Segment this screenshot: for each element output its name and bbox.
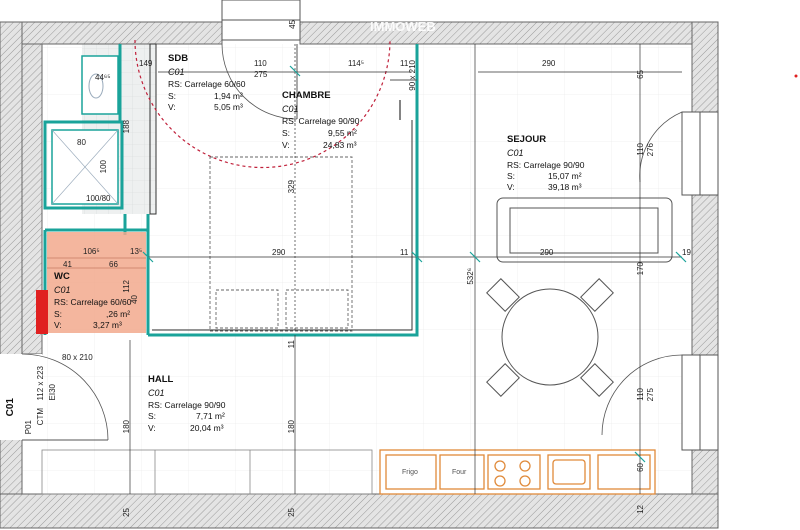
sdb-code: C01	[168, 67, 185, 77]
dim-25b: 25	[287, 508, 296, 517]
dim-135: 13⁵	[130, 247, 143, 256]
door-size: 112 x 223	[36, 366, 45, 401]
wc-v-value: 3,27 m³	[93, 320, 122, 330]
dim-276: 276	[646, 143, 655, 157]
door-ctm: CTM	[36, 408, 45, 426]
floor-plan: SDB C01 RS: Carrelage 60/60 S: 1,94 m² V…	[0, 0, 800, 530]
sejour-s-label: S:	[507, 171, 516, 181]
dim-188: 188	[122, 120, 131, 134]
sejour-v-value: 39,18 m³	[548, 182, 582, 192]
hall-rs: RS: Carrelage 90/90	[148, 400, 226, 410]
door-code: C01	[5, 398, 16, 417]
dim-60: 60	[636, 463, 645, 472]
door-rating: EI30	[48, 384, 57, 401]
wc-v-label: V:	[54, 320, 62, 330]
chambre-s-value: 9,55 m²	[328, 128, 357, 138]
sejour-name: SEJOUR	[507, 134, 547, 145]
frigo-label: Frigo	[402, 469, 418, 476]
dim-11c: 11	[287, 340, 296, 349]
dim-80: 80	[77, 138, 86, 147]
dim-180b: 180	[287, 420, 296, 434]
dim-66: 66	[109, 260, 118, 269]
dim-532: 532⁶	[466, 268, 475, 285]
dim-114: 114⁵	[348, 59, 365, 68]
wc-s-label: S:	[54, 309, 63, 319]
watermark: IMMOWEB	[370, 19, 436, 34]
dim-90x210: 90 x 210	[408, 60, 417, 91]
wc-name: WC	[54, 271, 70, 282]
hall-code: C01	[148, 388, 165, 398]
chambre-code: C01	[282, 104, 299, 114]
kitchen-counter	[379, 449, 656, 495]
chambre-rs: RS: Carrelage 90/90	[282, 116, 360, 126]
dim-12: 12	[636, 505, 645, 514]
dim-112: 112	[122, 280, 131, 293]
red-dot	[794, 74, 798, 78]
dim-149: 149	[139, 59, 153, 68]
hall-s-value: 7,71 m²	[196, 411, 225, 421]
sejour-code: C01	[507, 148, 524, 158]
dim-290b: 290	[272, 248, 286, 257]
dim-19: 19	[682, 248, 691, 257]
dining-table	[486, 278, 614, 397]
dim-290c: 290	[540, 248, 554, 257]
dim-40: 40	[130, 295, 139, 304]
chambre-name: CHAMBRE	[282, 90, 331, 101]
dim-290a: 290	[542, 59, 556, 68]
dim-170: 170	[636, 262, 645, 276]
hall-name: HALL	[148, 374, 174, 385]
dim-110b: 110	[636, 388, 645, 401]
hall-v-value: 20,04 m³	[190, 423, 224, 433]
sdb-v-value: 5,05 m³	[214, 102, 243, 112]
dim-100: 100	[99, 160, 108, 174]
dim-329: 329	[287, 180, 296, 194]
dim-110-right: 110	[636, 143, 645, 156]
dim-11b: 11	[400, 248, 409, 257]
wc-s-value: ,26 m²	[106, 309, 131, 319]
sdb-rs: RS: Carrelage 60/60	[168, 79, 246, 89]
sdb-s-value: 1,94 m²	[214, 91, 243, 101]
chambre-s-label: S:	[282, 128, 291, 138]
chambre-v-label: V:	[282, 140, 290, 150]
sdb-name: SDB	[168, 53, 189, 64]
sejour-rs: RS: Carrelage 90/90	[507, 160, 585, 170]
dim-25a: 25	[122, 508, 131, 517]
sdb-s-label: S:	[168, 91, 177, 101]
door-p01: P01	[24, 420, 33, 435]
dim-180a: 180	[122, 420, 131, 434]
wc-red-marker	[36, 290, 48, 334]
hall-v-label: V:	[148, 423, 156, 433]
chambre-v-value: 24,83 m³	[323, 140, 357, 150]
wc-code: C01	[54, 285, 71, 295]
dim-41: 41	[63, 260, 72, 269]
dim-1065: 106⁵	[83, 247, 100, 256]
sejour-s-value: 15,07 m²	[548, 171, 582, 181]
floor-plan-drawing	[0, 0, 798, 529]
wc-rs: RS: Carrelage 60/60	[54, 297, 132, 307]
dim-45: 45	[288, 20, 297, 29]
dim-65: 65	[636, 70, 645, 79]
four-label: Four	[452, 469, 467, 476]
sejour-v-label: V:	[507, 182, 515, 192]
hall-s-label: S:	[148, 411, 157, 421]
dim-110: 110	[254, 59, 267, 68]
dim-275: 275	[254, 70, 268, 79]
dim-4465: 44⁶⁵	[95, 73, 111, 82]
sdb-v-label: V:	[168, 102, 176, 112]
dim-80x210: 80 x 210	[62, 353, 93, 362]
dim-100-80: 100/80	[86, 194, 111, 203]
dim-275b: 275	[646, 388, 655, 402]
